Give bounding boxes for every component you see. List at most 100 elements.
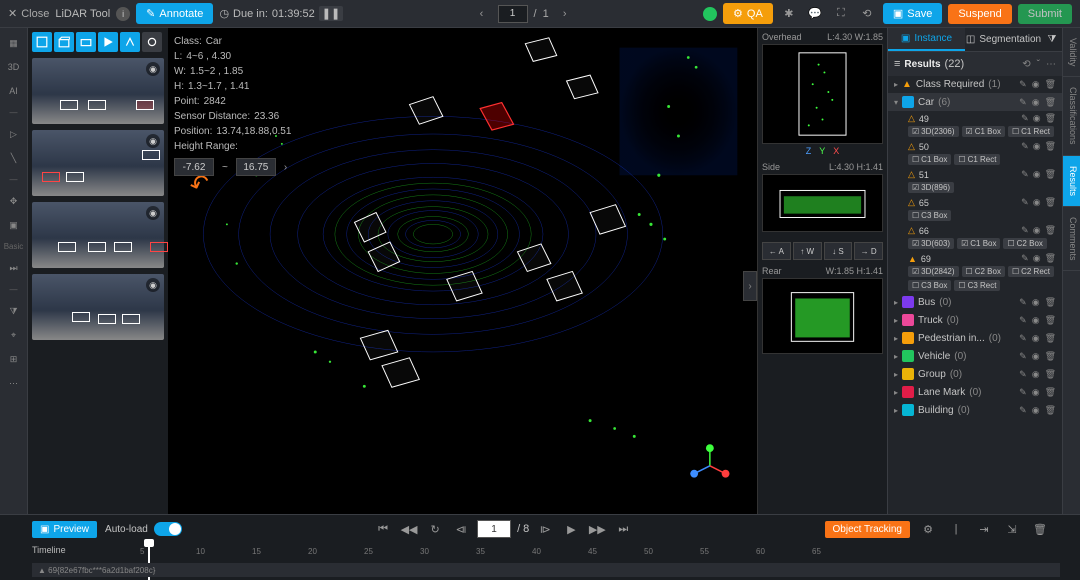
compress-icon[interactable]: ⇲ [1002, 519, 1022, 539]
tool-cube-icon[interactable] [54, 32, 74, 52]
trash-icon[interactable]: 🗑 [1045, 405, 1056, 416]
eye-icon[interactable]: ◉ [1032, 297, 1040, 308]
category-building[interactable]: ▸Building (0)✎◉🗑 [888, 401, 1062, 419]
tab-segmentation[interactable]: ◫Segmentation [965, 28, 1042, 51]
edit-icon[interactable]: ✎ [1019, 369, 1027, 380]
expand-icon[interactable]: ⛶ [831, 4, 851, 24]
camera-thumb-1[interactable]: ◉ [32, 58, 164, 124]
fast-fwd-icon[interactable]: ▶▶ [587, 519, 607, 539]
autoload-toggle[interactable] [154, 522, 182, 536]
annotate-button[interactable]: ✎ Annotate [136, 3, 213, 24]
refresh-icon[interactable]: ⟲ [857, 4, 877, 24]
edit-icon[interactable]: ✎ [1021, 169, 1029, 180]
preview-button[interactable]: ▣Preview [32, 521, 97, 538]
info-icon[interactable]: i [116, 7, 130, 21]
timeline-ruler[interactable]: 5101520253035404550556065 [140, 543, 1060, 561]
tool-select-icon[interactable] [32, 32, 52, 52]
result-tag[interactable]: C1 Box [962, 126, 1005, 137]
trash-icon[interactable]: 🗑 [1045, 387, 1056, 398]
settings-icon[interactable]: ⚙ [918, 519, 938, 539]
submit-button[interactable]: Submit [1018, 4, 1072, 24]
trash-icon[interactable]: 🗑 [1045, 253, 1056, 264]
step-back-icon[interactable]: ⧏ [451, 519, 471, 539]
nav-s-button[interactable]: ↓ S [824, 242, 853, 260]
bug-icon[interactable]: ✱ [779, 4, 799, 24]
visibility-icon[interactable]: ◉ [146, 206, 160, 220]
trash-icon[interactable]: 🗑 [1045, 369, 1056, 380]
trash-icon[interactable]: 🗑 [1045, 197, 1056, 208]
trash-icon[interactable]: 🗑 [1045, 333, 1056, 344]
category-class-required[interactable]: ▸▲Class Required (1)✎◉🗑 [888, 76, 1062, 93]
result-item[interactable]: △49✎◉🗑3D(2306)C1 BoxC1 Rect [888, 111, 1062, 139]
loop-icon[interactable]: ↻ [425, 519, 445, 539]
eye-icon[interactable]: ◉ [1033, 253, 1041, 264]
trash-icon[interactable]: 🗑 [1045, 225, 1056, 236]
eye-icon[interactable]: ◉ [1033, 169, 1041, 180]
visibility-icon[interactable]: ◉ [146, 134, 160, 148]
result-tag[interactable]: C1 Rect [1008, 126, 1054, 137]
eye-icon[interactable]: ◉ [1032, 315, 1040, 326]
result-tag[interactable]: C1 Rect [954, 154, 1000, 165]
nav-w-button[interactable]: ↑ W [793, 242, 822, 260]
edit-icon[interactable]: ✎ [1019, 315, 1027, 326]
eye-icon[interactable]: ◉ [1032, 387, 1040, 398]
rail-line-icon[interactable]: ╲ [4, 149, 24, 167]
rail-move-icon[interactable]: ✥ [4, 192, 24, 210]
vtab-comments[interactable]: Comments [1063, 207, 1080, 272]
refresh-icon[interactable]: ⟲ [1022, 59, 1030, 70]
tool-target-icon[interactable] [142, 32, 162, 52]
category-bus[interactable]: ▸Bus (0)✎◉🗑 [888, 293, 1062, 311]
save-button[interactable]: ▣ Save [883, 3, 942, 24]
edit-icon[interactable]: ✎ [1019, 405, 1027, 416]
collapse-side-views-icon[interactable]: › [743, 271, 757, 301]
rail-cube-icon[interactable]: ▦ [4, 34, 24, 52]
trash-icon[interactable]: 🗑 [1045, 141, 1056, 152]
edit-icon[interactable]: ✎ [1019, 79, 1027, 90]
suspend-button[interactable]: Suspend [948, 4, 1011, 24]
trash-icon[interactable]: 🗑 [1045, 169, 1056, 180]
chevron-right-icon[interactable]: › [284, 160, 287, 175]
result-tag[interactable]: C1 Box [908, 154, 951, 165]
tool-route-icon[interactable] [120, 32, 140, 52]
prev-icon[interactable]: ‹ [472, 4, 492, 24]
vtab-results[interactable]: Results [1063, 156, 1080, 207]
edit-icon[interactable]: ✎ [1019, 351, 1027, 362]
eye-icon[interactable]: ◉ [1032, 79, 1040, 90]
visibility-icon[interactable]: ◉ [146, 62, 160, 76]
eye-icon[interactable]: ◉ [1032, 333, 1040, 344]
close-button[interactable]: ✕ Close [8, 7, 49, 20]
trash-icon[interactable]: 🗑 [1045, 79, 1056, 90]
tool-play-icon[interactable] [98, 32, 118, 52]
play-icon[interactable]: ▶ [561, 519, 581, 539]
pause-icon[interactable]: ❚❚ [319, 6, 343, 21]
result-tag[interactable]: C3 Box [908, 210, 951, 221]
edit-icon[interactable]: ✎ [1019, 333, 1027, 344]
eye-icon[interactable]: ◉ [1032, 351, 1040, 362]
edit-icon[interactable]: ✎ [1019, 297, 1027, 308]
camera-thumb-4[interactable]: ◉ [32, 274, 164, 340]
overhead-view[interactable] [762, 44, 883, 144]
category-truck[interactable]: ▸Truck (0)✎◉🗑 [888, 311, 1062, 329]
eye-icon[interactable]: ◉ [1032, 405, 1040, 416]
category-lane-mark[interactable]: ▸Lane Mark (0)✎◉🗑 [888, 383, 1062, 401]
trash-icon[interactable]: 🗑 [1045, 315, 1056, 326]
trash-icon[interactable]: 🗑 [1045, 351, 1056, 362]
rear-view[interactable] [762, 278, 883, 354]
eye-icon[interactable]: ◉ [1032, 369, 1040, 380]
eye-icon[interactable]: ◉ [1033, 141, 1041, 152]
eye-icon[interactable]: ◉ [1032, 97, 1040, 108]
page-current-input[interactable] [498, 5, 528, 23]
result-tag[interactable]: 3D(2842) [908, 266, 959, 277]
step-fwd-icon[interactable]: ⧐ [535, 519, 555, 539]
eye-icon[interactable]: ◉ [1033, 225, 1041, 236]
height-max-input[interactable] [236, 158, 276, 176]
filter-icon[interactable]: ⧩ [1042, 28, 1062, 51]
rail-3d-label[interactable]: 3D [4, 58, 24, 76]
qa-button[interactable]: ⚙ QA [723, 3, 773, 24]
edit-icon[interactable]: ✎ [1021, 225, 1029, 236]
result-item[interactable]: ▲69✎◉🗑3D(2842)C2 BoxC2 RectC3 BoxC3 Rect [888, 251, 1062, 293]
result-item[interactable]: △51✎◉🗑3D(896) [888, 167, 1062, 195]
side-view[interactable] [762, 174, 883, 232]
edit-icon[interactable]: ✎ [1021, 253, 1029, 264]
tab-instance[interactable]: ▣Instance [888, 28, 965, 51]
